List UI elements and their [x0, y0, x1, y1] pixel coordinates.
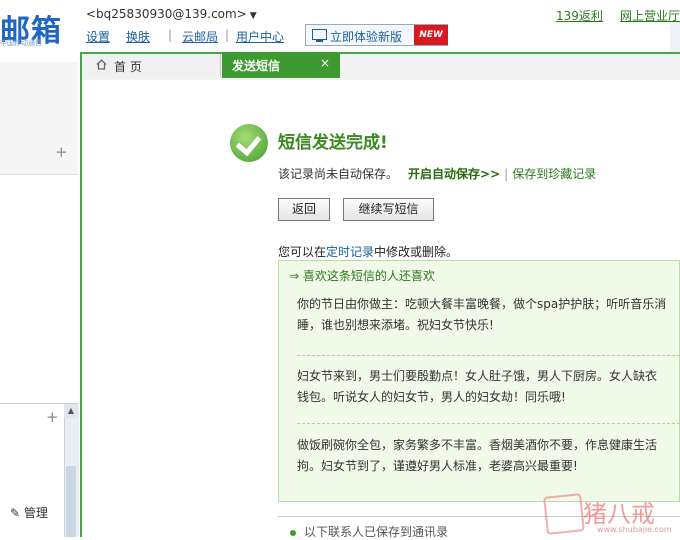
continue-writing-button[interactable]: 继续写短信: [343, 198, 434, 221]
logo-subtext: 中国移动通信: [0, 39, 42, 47]
rebate-link[interactable]: 139返利: [556, 7, 603, 24]
record-hint: 您可以在定时记录中修改或删除。: [278, 243, 458, 260]
nav-cloud-post[interactable]: 云邮局: [182, 28, 218, 45]
message-line: 你的节日由你做主：吃顿大餐丰富晚餐，做个spa护护肤；听听音乐消: [297, 297, 667, 311]
record-hint-prefix: 您可以在: [278, 245, 327, 259]
tab-home[interactable]: 首 页: [88, 54, 221, 78]
nav-user-center[interactable]: 用户中心: [236, 28, 284, 45]
scrollbar-thumb[interactable]: [66, 466, 76, 537]
success-title: 短信发送完成!: [278, 133, 388, 153]
success-check-icon: [230, 124, 268, 162]
home-icon: [96, 59, 107, 70]
add-tag-icon[interactable]: +: [46, 408, 59, 426]
scheduled-records-link[interactable]: 定时记录: [326, 245, 374, 259]
contacts-saved-notice: 以下联系人已保存到通讯录: [290, 523, 448, 540]
scroll-up-icon[interactable]: ▲: [64, 404, 78, 418]
autosave-status: 该记录尚未自动保存。 开启自动保存>> | 保存到珍藏记录: [278, 165, 596, 182]
account-menu[interactable]: <bq25830930@139.com> ▼: [86, 7, 257, 21]
nav-change-skin[interactable]: 换肤: [126, 28, 150, 45]
add-folder-icon[interactable]: +: [55, 143, 68, 161]
tab-home-label: 首 页: [114, 60, 142, 74]
tab-send-sms-label: 发送短信: [232, 59, 281, 73]
suggested-message[interactable]: 妇女节来到，男士们要殷勤点！女人肚子饿，男人下厨房。女人缺衣 钱包。听说女人的妇…: [297, 366, 680, 408]
header-right-panel: [670, 22, 680, 52]
watermark-url: www.shubajie.com: [597, 525, 672, 534]
message-line: 做饭刷碗你全包，家务繁多不丰富。香烟美酒你不要，作息健康生活: [297, 438, 658, 452]
autosave-status-text: 该记录尚未自动保存。: [278, 167, 399, 181]
record-hint-suffix: 中修改或删除。: [374, 245, 459, 259]
enable-autosave-link[interactable]: 开启自动保存>>: [408, 167, 500, 181]
link-separator: |: [504, 167, 509, 181]
message-line: 妇女节来到，男士们要殷勤点！女人肚子饿，男人下厨房。女人缺衣: [297, 369, 658, 383]
suggestions-title: ⇒ 喜欢这条短信的人还喜欢: [289, 269, 435, 283]
suggested-message[interactable]: 你的节日由你做主：吃顿大餐丰富晚餐，做个spa护护肤；听听音乐消 睡，谁也别想来…: [297, 294, 680, 336]
try-new-version-label: 立即体验新版: [330, 30, 403, 44]
back-button[interactable]: 返回: [278, 198, 330, 221]
nav-settings[interactable]: 设置: [86, 28, 110, 45]
save-to-collection-link[interactable]: 保存到珍藏记录: [512, 167, 596, 181]
bullet-icon: [290, 529, 296, 536]
manage-button[interactable]: ✎ 管理: [10, 504, 48, 521]
nav-divider: |: [168, 28, 173, 42]
watermark-text: 猪八戒: [583, 500, 655, 528]
message-line: 睡，谁也别想来添堵。祝妇女节快乐!: [297, 318, 494, 332]
close-icon[interactable]: ×: [320, 56, 330, 70]
message-line: 拘。妇女节到了，谨遵好男人标准，老婆高兴最重要!: [297, 459, 578, 473]
tab-send-sms[interactable]: 发送短信 ×: [222, 52, 340, 78]
suggested-message[interactable]: 做饭刷碗你全包，家务繁多不丰富。香烟美酒你不要，作息健康生活 拘。妇女节到了，谨…: [297, 435, 680, 477]
divider: [297, 423, 680, 424]
account-email: <bq25830930@139.com>: [86, 7, 247, 21]
manage-label: 管理: [23, 506, 48, 520]
monitor-icon: [312, 29, 327, 42]
nav-divider: |: [225, 28, 230, 42]
watermark-logo-icon: [543, 493, 585, 535]
wrench-icon: ✎: [10, 506, 21, 520]
chevron-down-icon: ▼: [249, 11, 257, 21]
message-line: 钱包。听说女人的妇女节，男人的妇女劫！同乐哦!: [297, 390, 566, 404]
divider: [297, 355, 680, 356]
new-badge: NEW: [414, 25, 448, 45]
